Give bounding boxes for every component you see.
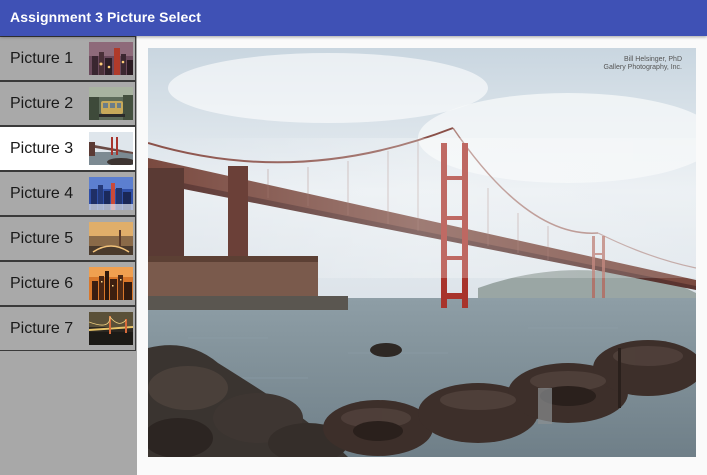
app-title: Assignment 3 Picture Select bbox=[10, 9, 201, 25]
photo-credit: Bill Helsinger, PhD Gallery Photography,… bbox=[604, 56, 682, 72]
picture-list-item-2[interactable]: Picture 2 bbox=[0, 81, 136, 126]
golden-gate-bridge-photo: Bill Helsinger, PhD Gallery Photography,… bbox=[148, 48, 696, 457]
picture-list-item-label: Picture 2 bbox=[10, 95, 74, 112]
photo-credit-line-1: Bill Helsinger, PhD bbox=[624, 56, 682, 63]
picture-list-item-label: Picture 7 bbox=[10, 320, 74, 337]
picture-list-item-4[interactable]: Picture 4 bbox=[0, 171, 136, 216]
picture-list-item-5[interactable]: Picture 5 bbox=[0, 216, 136, 261]
cable-car-thumbnail-icon bbox=[89, 87, 133, 120]
skyline-blue-thumbnail-icon bbox=[89, 177, 133, 210]
picture-display: Bill Helsinger, PhD Gallery Photography,… bbox=[137, 36, 707, 475]
picture-list-item-label: Picture 6 bbox=[10, 275, 74, 292]
photo-credit-line-2: Gallery Photography, Inc. bbox=[603, 64, 682, 71]
bay-sunset-thumbnail-icon bbox=[89, 222, 133, 255]
bridge-night-thumbnail-icon bbox=[89, 312, 133, 345]
skyline-orange-thumbnail-icon bbox=[89, 267, 133, 300]
picture-list-item-label: Picture 3 bbox=[10, 140, 74, 157]
picture-list-item-3[interactable]: Picture 3 bbox=[0, 126, 136, 171]
picture-list: Picture 1 Picture 2 Picture 3 Picture 4 … bbox=[0, 36, 137, 475]
picture-list-item-label: Picture 5 bbox=[10, 230, 74, 247]
picture-list-item-1[interactable]: Picture 1 bbox=[0, 36, 136, 81]
picture-list-item-6[interactable]: Picture 6 bbox=[0, 261, 136, 306]
bridge-fog-thumbnail-icon bbox=[89, 132, 133, 165]
picture-list-item-7[interactable]: Picture 7 bbox=[0, 306, 136, 351]
picture-list-item-label: Picture 4 bbox=[10, 185, 74, 202]
picture-list-item-label: Picture 1 bbox=[10, 50, 74, 67]
app-bar: Assignment 3 Picture Select bbox=[0, 0, 707, 36]
city-night-thumbnail-icon bbox=[89, 42, 133, 75]
